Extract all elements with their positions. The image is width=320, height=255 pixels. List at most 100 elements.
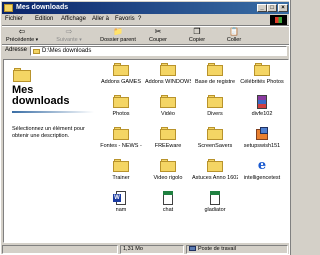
file-item[interactable]: FREEware xyxy=(145,124,191,154)
status-location: Poste de travail xyxy=(186,245,288,254)
file-item-label: Fontes - NEWS - xyxy=(100,143,142,149)
folder-view: Mes downloads Sélectionnez un élément po… xyxy=(3,59,289,243)
folder-icon xyxy=(207,159,223,173)
executable-icon xyxy=(207,191,223,205)
maximize-button[interactable]: □ xyxy=(267,4,277,12)
file-item[interactable]: Wnam xyxy=(98,188,144,218)
back-button[interactable]: ⇦ Précédente ▾ xyxy=(6,28,38,44)
file-item[interactable]: Vidéo xyxy=(145,92,191,122)
status-cell-empty xyxy=(2,245,118,254)
file-item-label: setupswish151 xyxy=(243,143,281,149)
file-item-label: Video rigolo xyxy=(153,175,183,181)
folder-icon xyxy=(113,95,129,109)
window-title: Mes downloads xyxy=(16,4,69,11)
file-item-label: Photos xyxy=(112,111,130,117)
scissors-icon: ✂ xyxy=(154,27,162,36)
windows-logo-icon xyxy=(270,15,287,25)
address-value: D:\Mes downloads xyxy=(42,48,92,54)
file-item-label: Vidéo xyxy=(161,111,175,117)
word-document-icon: W xyxy=(113,191,129,205)
file-item[interactable]: gladiator xyxy=(192,188,238,218)
menu-help[interactable]: ? xyxy=(138,16,141,22)
paste-button[interactable]: 📋 Coller xyxy=(222,28,246,44)
file-item-label: nam xyxy=(115,207,127,213)
forward-button[interactable]: ⇨ Suivante ▾ xyxy=(54,28,84,44)
menu-affichage[interactable]: Affichage xyxy=(61,16,86,22)
file-item[interactable]: Astuces Anno 1602 xyxy=(192,156,238,186)
menu-favoris[interactable]: Favoris xyxy=(115,16,135,22)
folder-icon xyxy=(254,63,270,77)
file-item[interactable]: Video rigolo xyxy=(145,156,191,186)
status-location-label: Poste de travail xyxy=(198,246,236,252)
status-size: 1,31 Mo xyxy=(120,245,184,254)
installer-icon xyxy=(254,127,270,141)
file-item[interactable]: Divers xyxy=(192,92,238,122)
up-folder-button[interactable]: 📁 Dossier parent xyxy=(98,28,138,44)
file-item[interactable]: divfe102 xyxy=(239,92,285,122)
cut-button[interactable]: ✂ Couper xyxy=(146,28,170,44)
file-item[interactable]: ScreenSavers xyxy=(192,124,238,154)
folder-icon xyxy=(207,127,223,141)
file-item-label: Trainer xyxy=(112,175,130,181)
copy-icon: ❐ xyxy=(193,27,201,36)
rar-archive-icon xyxy=(254,95,270,109)
up-folder-label: Dossier parent xyxy=(100,37,136,43)
folder-icon xyxy=(207,95,223,109)
minimize-button[interactable]: _ xyxy=(257,4,267,12)
computer-icon xyxy=(189,246,196,251)
file-item-label: ScreenSavers xyxy=(197,143,233,149)
folder-icon xyxy=(160,63,176,77)
file-item-label: Astuces Anno 1602 xyxy=(192,175,238,181)
folder-icon xyxy=(160,95,176,109)
folder-icon xyxy=(113,63,129,77)
explorer-window: Mes downloads _ □ × Fichier Edition Affi… xyxy=(0,0,291,255)
file-item[interactable]: Célébrités Photos xyxy=(239,60,285,90)
icon-grid: Addons GAMESAddons WINDOWS 9xBase de reg… xyxy=(98,60,288,242)
folder-icon xyxy=(160,127,176,141)
forward-label: Suivante xyxy=(56,37,78,43)
file-item[interactable]: e intelligencetest xyxy=(239,156,285,186)
menu-edition[interactable]: Edition xyxy=(35,16,53,22)
cut-label: Couper xyxy=(148,37,168,43)
title-bar[interactable]: Mes downloads _ □ × xyxy=(2,2,289,14)
file-item-label: intelligencetest xyxy=(243,175,281,181)
status-bar: 1,31 Mo Poste de travail xyxy=(2,244,289,255)
web-view-pane: Mes downloads Sélectionnez un élément po… xyxy=(4,60,98,242)
file-item-label: Addons WINDOWS 9x xyxy=(145,79,191,85)
file-item-label: Addons GAMES xyxy=(100,79,142,85)
file-item[interactable]: setupswish151 xyxy=(239,124,285,154)
file-item[interactable]: Fontes - NEWS - xyxy=(98,124,144,154)
forward-arrow-icon: ⇨ xyxy=(65,27,73,36)
file-item[interactable]: Photos xyxy=(98,92,144,122)
folder-icon xyxy=(113,159,129,173)
file-item[interactable]: Base de registre xyxy=(192,60,238,90)
file-item-label: Célébrités Photos xyxy=(240,79,284,85)
file-item[interactable]: Trainer xyxy=(98,156,144,186)
folder-icon xyxy=(160,159,176,173)
menu-aller-a[interactable]: Aller à xyxy=(92,16,109,22)
paste-label: Coller xyxy=(226,37,242,43)
file-item[interactable]: Addons WINDOWS 9x xyxy=(145,60,191,90)
menu-fichier[interactable]: Fichier xyxy=(5,16,23,22)
menu-bar: Fichier Edition Affichage Aller à Favori… xyxy=(2,14,289,25)
toolbar: ⇦ Précédente ▾ ⇨ Suivante ▾ 📁 Dossier pa… xyxy=(2,27,289,44)
paste-icon: 📋 xyxy=(229,27,239,36)
copy-button[interactable]: ❐ Copier xyxy=(185,28,209,44)
file-item[interactable]: Addons GAMES xyxy=(98,60,144,90)
file-item[interactable]: chat xyxy=(145,188,191,218)
folder-up-icon: 📁 xyxy=(113,27,123,36)
folder-icon xyxy=(4,4,13,12)
copy-label: Copier xyxy=(188,37,206,43)
back-arrow-icon: ⇦ xyxy=(18,27,26,36)
executable-icon xyxy=(160,191,176,205)
close-button[interactable]: × xyxy=(278,4,288,12)
address-input[interactable]: D:\Mes downloads xyxy=(30,46,287,56)
file-item-label: gladiator xyxy=(204,207,226,213)
folder-icon xyxy=(207,63,223,77)
large-folder-icon xyxy=(13,68,31,82)
file-item-label: divfe102 xyxy=(251,111,273,117)
address-label: Adresse xyxy=(5,47,28,53)
file-item-label: Base de registre xyxy=(194,79,236,85)
description-text: Sélectionnez un élément pour obtenir une… xyxy=(12,126,85,139)
file-item-label: Divers xyxy=(207,111,223,117)
